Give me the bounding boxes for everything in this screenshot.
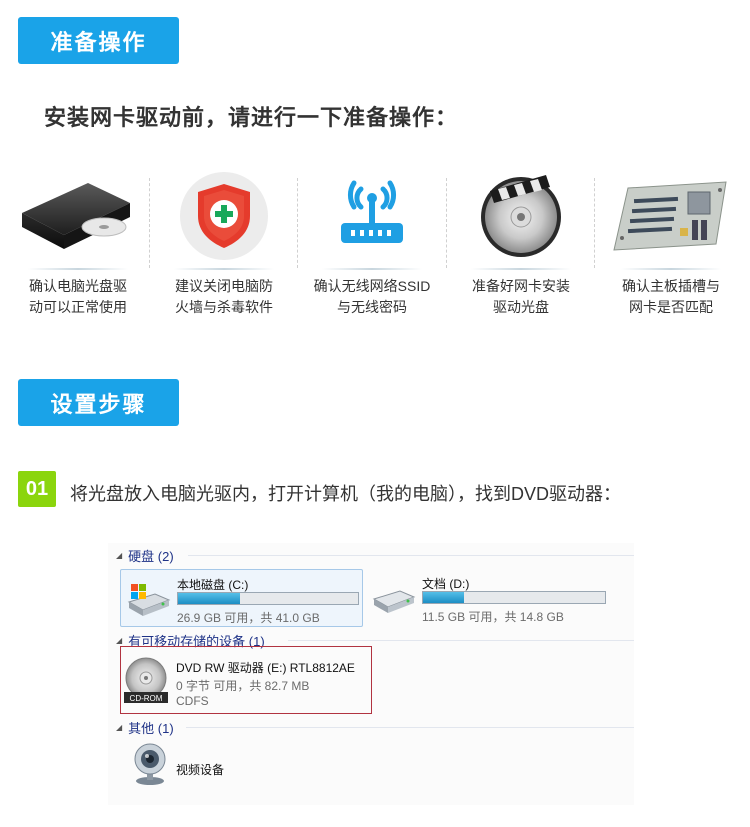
section-tag-prep: 准备操作 [18,17,179,64]
drive-usage-fill [178,593,240,604]
prep-item-optical-drive: 确认电脑光盘驱 动可以正常使用 [3,170,153,330]
driver-disc-icon [481,175,561,257]
drive-usage-bar [422,591,606,604]
security-shield-icon [180,172,268,260]
prep-heading: 安装网卡驱动前，请进行一下准备操作： [44,105,459,130]
group-label: 其他 (1) [128,720,174,736]
motherboard-icon [613,181,727,251]
prep-caption-line1: 准备好网卡安装 [472,278,570,294]
prep-item-driver-disc: 准备好网卡安装 驱动光盘 [446,170,596,330]
prep-item-wireless: 确认无线网络SSID 与无线密码 [297,170,447,330]
prep-caption-line2: 驱动光盘 [493,299,549,315]
collapse-arrow-icon[interactable]: ◢ [116,636,122,645]
prep-caption-line1: 确认主板插槽与 [622,278,720,294]
system-drive-icon [127,584,171,616]
prep-caption-line1: 建议关闭电脑防 [175,278,273,294]
prep-caption-line2: 与无线密码 [337,299,407,315]
prep-items-row: 确认电脑光盘驱 动可以正常使用 建议关闭电脑防 火墙与杀毒软件 确认无线网络SS… [0,170,750,330]
prep-item-security: 建议关闭电脑防 火墙与杀毒软件 [149,170,299,330]
dvd-drive-filesystem: CDFS [176,694,209,708]
prep-caption-line2: 网卡是否匹配 [629,299,713,315]
hard-drive-icon [372,590,416,613]
group-header-hard-disks[interactable]: ◢ 硬盘 (2) [116,546,174,564]
dvd-drive-name: DVD RW 驱动器 (E:) RTL8812AE [176,661,355,675]
webcam-icon [134,743,166,785]
prep-caption-line1: 确认无线网络SSID [313,278,431,294]
prep-caption-line2: 火墙与杀毒软件 [175,299,273,315]
drive-usage-fill [423,592,464,603]
step-number-badge: 01 [18,471,56,507]
drive-name: 文档 (D:) [422,577,470,591]
drive-item-d[interactable]: 文档 (D:) 11.5 GB 可用，共 14.8 GB [366,569,610,627]
prep-item-motherboard: 确认主板插槽与 网卡是否匹配 [596,170,746,330]
group-label: 硬盘 (2) [128,548,174,564]
collapse-arrow-icon[interactable]: ◢ [116,723,122,732]
drive-name: 本地磁盘 (C:) [177,578,249,592]
drive-free-space: 11.5 GB 可用，共 14.8 GB [422,610,564,624]
drive-usage-bar [177,592,359,605]
drive-free-space: 26.9 GB 可用，共 41.0 GB [177,611,320,625]
prep-caption-line1: 确认电脑光盘驱 [29,278,127,294]
prep-caption-line2: 动可以正常使用 [29,299,127,315]
step-instruction: 将光盘放入电脑光驱内，打开计算机（我的电脑），找到DVD驱动器： [70,484,622,504]
collapse-arrow-icon[interactable]: ◢ [116,551,122,560]
section-tag-steps: 设置步骤 [18,379,179,426]
video-device-name[interactable]: 视频设备 [176,761,224,778]
drive-item-c[interactable]: 本地磁盘 (C:) 26.9 GB 可用，共 41.0 GB [120,569,363,627]
optical-drive-icon [22,183,130,249]
dvd-drive-space: 0 字节 可用，共 82.7 MB [176,679,310,693]
wireless-router-icon [341,180,403,243]
group-header-other[interactable]: ◢ 其他 (1) [116,718,174,736]
